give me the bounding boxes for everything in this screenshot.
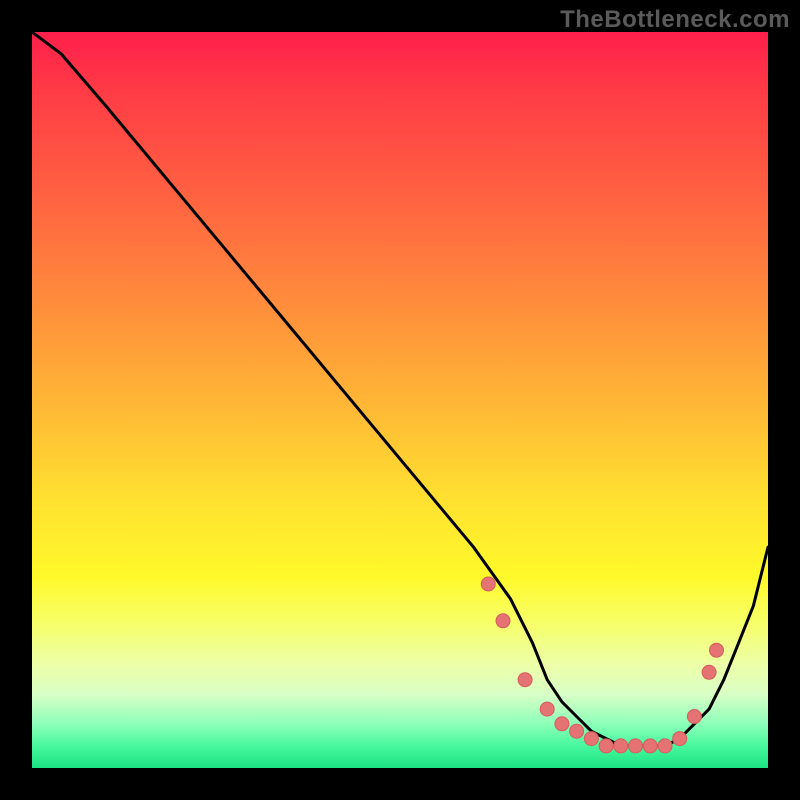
curve-marker [629,739,643,753]
curve-marker [702,665,716,679]
curve-marker [710,643,724,657]
curve-marker [658,739,672,753]
curve-marker [555,717,569,731]
bottleneck-curve-line [32,32,768,746]
curve-marker [584,732,598,746]
curve-marker [540,702,554,716]
curve-marker [570,724,584,738]
curve-marker [599,739,613,753]
plot-area [32,32,768,768]
curve-marker [687,710,701,724]
curve-svg [32,32,768,768]
curve-marker [643,739,657,753]
curve-marker [496,614,510,628]
curve-marker [518,673,532,687]
curve-markers [481,577,723,753]
watermark-text: TheBottleneck.com [560,6,790,34]
curve-marker [481,577,495,591]
curve-marker [673,732,687,746]
chart-frame: TheBottleneck.com [0,0,800,800]
curve-marker [614,739,628,753]
